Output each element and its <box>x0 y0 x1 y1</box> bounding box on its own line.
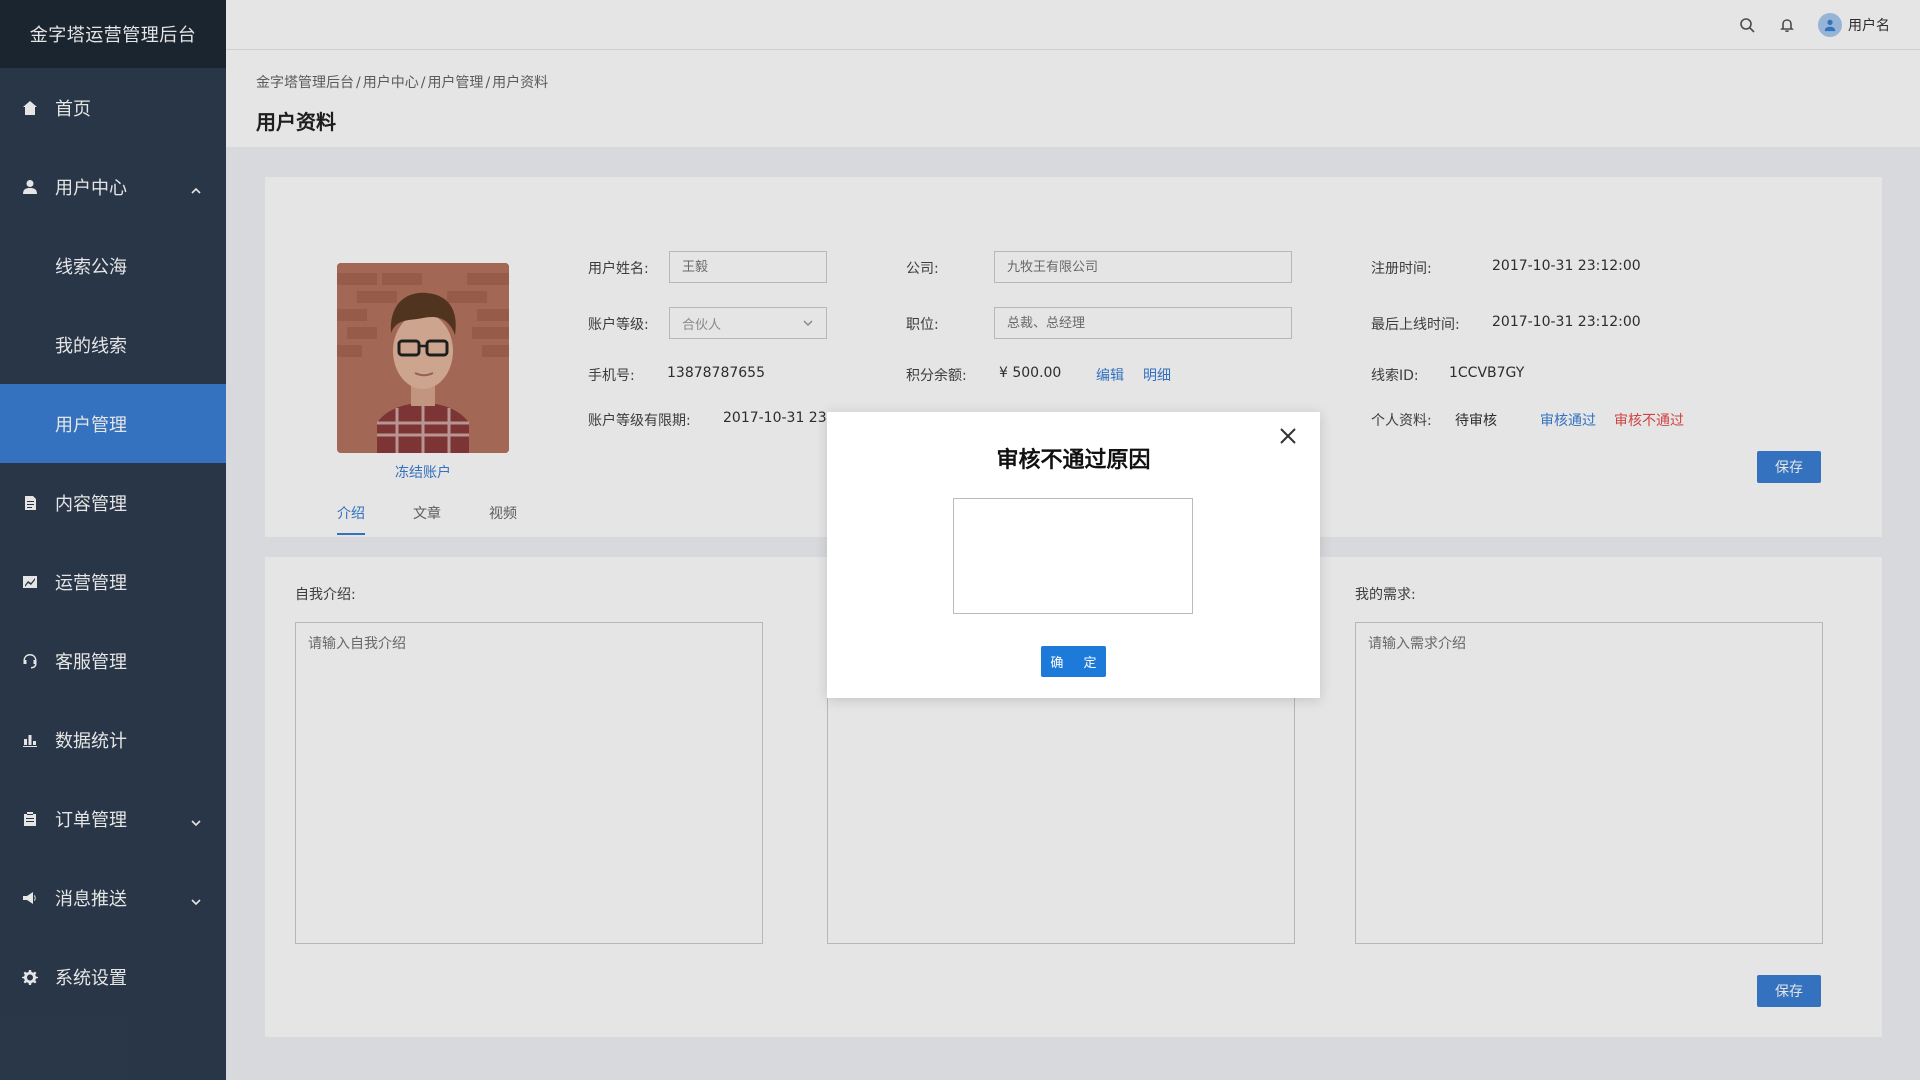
dialog-title: 审核不通过原因 <box>996 448 1151 473</box>
reject-reason-input[interactable] <box>953 498 1193 614</box>
reject-reason-dialog: 审核不通过原因 确 定 <box>827 412 1320 698</box>
confirm-button[interactable]: 确 定 <box>1041 646 1106 677</box>
